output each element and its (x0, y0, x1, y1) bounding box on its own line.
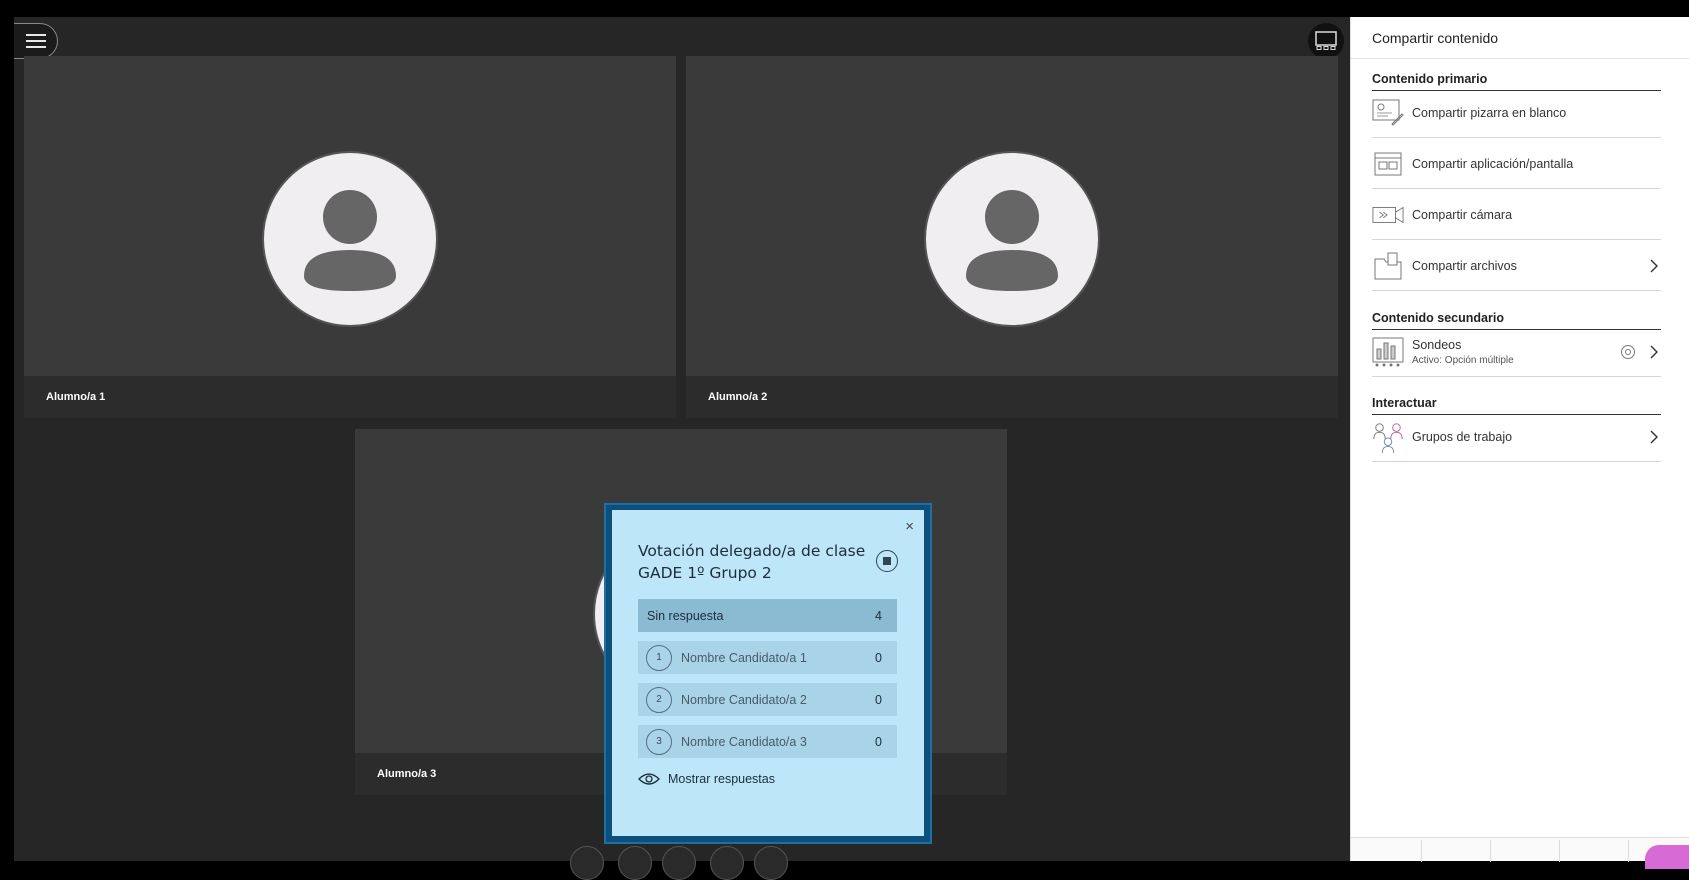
hamburger-icon-bar (25, 40, 46, 42)
close-icon[interactable]: × (905, 519, 914, 535)
screen-share-icon (1372, 148, 1404, 180)
avatar (924, 151, 1100, 327)
share-files-item[interactable]: Compartir archivos (1372, 241, 1661, 291)
share-camera-item[interactable]: Compartir cámara (1372, 190, 1661, 240)
show-responses-button[interactable]: Mostrar respuestas (638, 772, 775, 786)
video-control-button[interactable] (662, 846, 696, 880)
share-whiteboard-item[interactable]: Compartir pizarra en blanco (1372, 88, 1661, 138)
share-screen-item[interactable]: Compartir aplicación/pantalla (1372, 139, 1661, 189)
option-number: 3 (646, 728, 672, 755)
option-label: Nombre Candidato/a 2 (681, 692, 807, 707)
hamburger-icon (25, 34, 46, 36)
user-silhouette-icon (304, 190, 396, 291)
camera-icon (1372, 199, 1404, 231)
breakout-groups-icon (1372, 421, 1404, 453)
chevron-right-icon (1650, 259, 1658, 272)
participant-name: Alumno/a 2 (708, 391, 768, 403)
poll-card: × Votación delegado/a de clase GADE 1º G… (604, 503, 932, 844)
panel-title: Compartir contenido (1351, 17, 1689, 59)
layout-toggle-button[interactable] (1308, 23, 1344, 59)
tile-label-bar (24, 376, 676, 418)
status-button[interactable] (710, 846, 744, 880)
share-content-tab[interactable] (1645, 845, 1689, 869)
avatar (262, 151, 438, 327)
stop-icon (883, 557, 891, 565)
option-number: 1 (646, 644, 672, 671)
audio-control-button[interactable] (570, 846, 604, 880)
poll-option-1: 1 Nombre Candidato/a 1 0 (638, 641, 897, 674)
footer-separator (1421, 840, 1422, 862)
whiteboard-icon (1372, 97, 1404, 129)
polling-label: Sondeos (1412, 337, 1462, 352)
option-count: 0 (875, 650, 882, 665)
item-label: Compartir cámara (1412, 207, 1513, 222)
active-poll-indicator-dot (1625, 348, 1631, 355)
no-response-row: Sin respuesta 4 (638, 599, 897, 632)
polling-status: Activo: Opción múltiple (1412, 354, 1514, 366)
no-response-count: 4 (875, 608, 882, 623)
option-count: 0 (875, 692, 882, 707)
panel-footer-tabs (1351, 837, 1689, 869)
share-content-panel: Compartir contenido Contenido primario C… (1350, 17, 1689, 869)
item-label: Compartir aplicación/pantalla (1412, 156, 1574, 171)
footer-separator (1628, 840, 1629, 862)
poll-option-3: 3 Nombre Candidato/a 3 0 (638, 725, 897, 758)
participant-tile-1[interactable]: Alumno/a 1 (24, 56, 676, 418)
option-label: Nombre Candidato/a 3 (681, 734, 807, 749)
participant-name: Alumno/a 1 (46, 391, 106, 403)
footer-separator (1490, 840, 1491, 862)
footer-separator (1559, 840, 1560, 862)
poll-option-2: 2 Nombre Candidato/a 2 0 (638, 683, 897, 716)
item-label: Sondeos Activo: Opción múltiple (1412, 338, 1621, 366)
stop-poll-button[interactable] (876, 550, 898, 572)
chevron-right-icon (1650, 345, 1658, 358)
breakout-groups-item[interactable]: Grupos de trabajo (1372, 412, 1661, 462)
hamburger-icon-bar (25, 46, 46, 48)
polling-icon (1372, 336, 1404, 368)
poll-card-body: × Votación delegado/a de clase GADE 1º G… (612, 510, 924, 836)
poll-title: Votación delegado/a de clase GADE 1º Gru… (638, 542, 866, 582)
no-response-label: Sin respuesta (647, 608, 724, 623)
participant-tile-2[interactable]: Alumno/a 2 (686, 56, 1338, 418)
participant-name: Alumno/a 3 (377, 768, 437, 780)
item-label: Compartir archivos (1412, 258, 1517, 273)
option-count: 0 (875, 734, 882, 749)
hand-raise-button[interactable] (618, 846, 652, 880)
option-number: 2 (646, 686, 672, 713)
eye-icon (638, 773, 660, 785)
item-label: Compartir pizarra en blanco (1412, 105, 1567, 120)
files-icon (1372, 250, 1404, 282)
chevron-right-icon (1650, 430, 1658, 443)
share-status-button[interactable] (754, 846, 788, 880)
item-label: Grupos de trabajo (1412, 429, 1513, 444)
collaborate-app: Alumno/a 1 Alumno/a 2 Alumno/a 3 × Votac… (0, 0, 1689, 880)
option-label: Nombre Candidato/a 1 (681, 650, 807, 665)
user-silhouette-icon (966, 190, 1058, 291)
layout-icon (1315, 31, 1337, 50)
show-responses-label: Mostrar respuestas (668, 772, 775, 786)
main-menu-button[interactable] (14, 23, 58, 59)
active-poll-indicator-icon (1621, 344, 1635, 359)
polling-item[interactable]: Sondeos Activo: Opción múltiple (1372, 327, 1661, 377)
tile-label-bar (686, 376, 1338, 418)
